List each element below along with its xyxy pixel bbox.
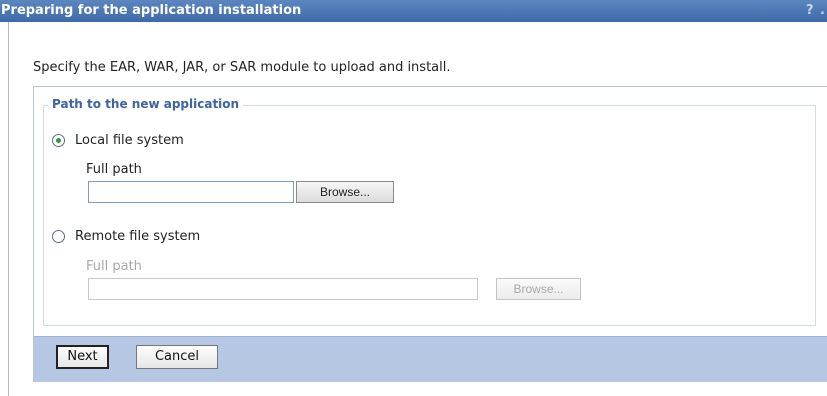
title-bar-edge-glyph: . (820, 3, 825, 18)
help-icon[interactable]: ? (806, 3, 814, 18)
remote-full-path-input[interactable] (88, 278, 478, 300)
remote-file-system-label[interactable]: Remote file system (75, 229, 200, 244)
cancel-button[interactable]: Cancel (136, 345, 218, 369)
remote-full-path-label: Full path (86, 259, 142, 274)
path-group-legend: Path to the new application (48, 97, 244, 111)
remote-browse-button[interactable]: Browse... (496, 278, 581, 300)
content-left-border (8, 22, 9, 396)
local-file-system-radio[interactable] (52, 134, 65, 147)
next-button[interactable]: Next (56, 345, 109, 369)
install-wizard-page: Preparing for the application installati… (0, 0, 827, 396)
local-browse-button[interactable]: Browse... (296, 181, 394, 203)
remote-file-system-radio[interactable] (52, 230, 65, 243)
title-bar: Preparing for the application installati… (0, 0, 827, 22)
local-full-path-label: Full path (86, 162, 142, 177)
local-file-system-label[interactable]: Local file system (75, 133, 184, 148)
instruction-text: Specify the EAR, WAR, JAR, or SAR module… (33, 60, 451, 75)
local-full-path-input[interactable] (88, 181, 294, 203)
radio-selected-dot (56, 138, 61, 143)
page-title: Preparing for the application installati… (1, 3, 302, 18)
